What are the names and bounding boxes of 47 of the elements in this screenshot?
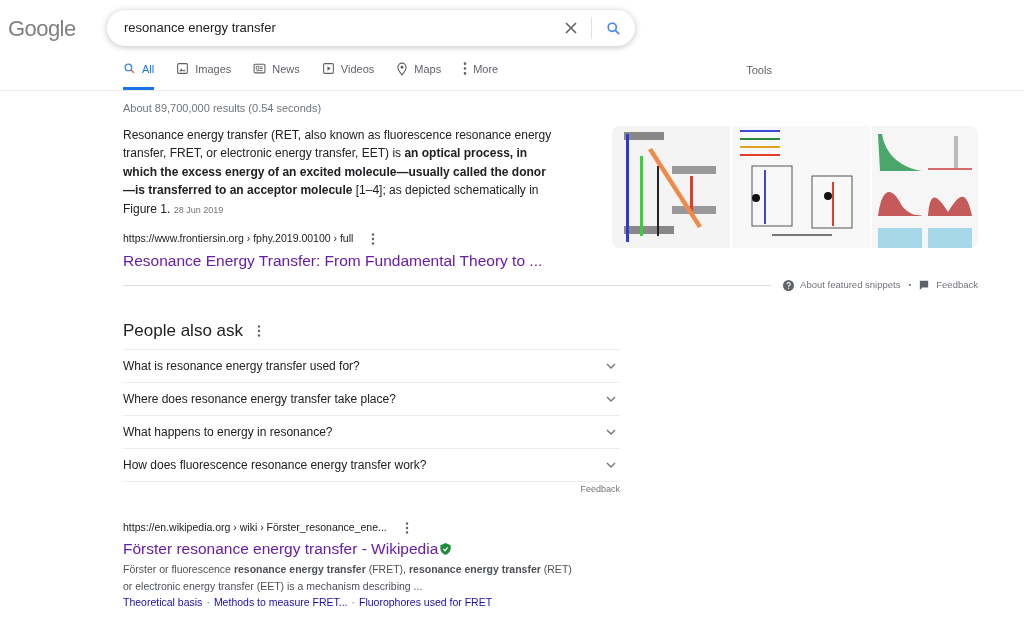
tab[interactable]: Maps [396,60,442,90]
question-row[interactable]: What happens to energy in resonance? [123,415,620,449]
search-icon [123,62,136,76]
chevron-icon [606,461,616,468]
feedback-link[interactable]: Feedback [580,482,620,497]
play-icon [321,62,335,76]
tab[interactable]: More [463,60,499,90]
feedback-link[interactable]: Feedback [936,278,978,293]
question-row[interactable]: Where does resonance energy transfer take place? [123,382,620,416]
tab[interactable]: News [253,60,300,90]
google-logo[interactable]: Google [8,11,107,45]
sitelink[interactable]: Methods to measure FRET... [213,595,348,611]
snippet-text: Resonance energy transfer (RET, also known as fluorescence resonance energy transfer, FRET, or electronic energy transfer, EET) is an optical process, in which the excess energy of an excited molecule—usually called the donor—is transferred to an acceptor molecule [1–4]; as depicted schematically in Figure 1. 28 Jun 2019 [123,126,553,218]
tools-button[interactable]: Tools [746,61,772,90]
result-title-link[interactable]: Förster resonance energy transfer - Wikipedia [123,537,439,561]
result-title-link[interactable]: Resonance Energy Transfer: From Fundamental Theory to ... [123,248,555,272]
search-icon[interactable] [606,20,621,36]
separator-dot: · [351,595,355,611]
question-row[interactable]: How does fluorescence resonance energy transfer work? [123,448,620,482]
tab[interactable]: Videos [321,60,375,90]
chevron-icon [606,362,616,369]
separator-dot: · [206,595,210,611]
separator-dot: • [908,279,912,292]
tab[interactable]: Images [176,60,232,90]
more-icon[interactable] [257,325,262,337]
search-field[interactable]: resonance energy transfer [107,10,635,46]
close-icon[interactable] [565,22,577,34]
map-pin-icon [396,61,409,76]
more-icon[interactable] [404,522,409,535]
more-icon [463,62,468,76]
sitelink[interactable]: Theoretical basis [123,595,203,611]
section-heading: People also ask [123,320,244,343]
result-url: https://en.wikipedia.org › wiki › Förster_resonance_ene... [123,520,387,536]
feedback-icon[interactable] [919,280,930,291]
sitelink[interactable]: Fluorophores used for FRET [359,595,493,611]
about-snippets-link[interactable]: About featured snippets [800,278,901,293]
result-stats: About 89,700,000 results (0.54 seconds) [123,101,323,116]
help-icon[interactable] [783,279,795,291]
chevron-icon [606,395,616,402]
result-url: https://www.frontiersin.org › fphy.2019.00100 › full [123,231,354,246]
image-icon [176,62,190,76]
chevron-icon [606,428,616,435]
more-icon[interactable] [371,232,376,245]
newspaper-icon [253,62,267,76]
result-snippet: Förster or fluorescence resonance energy transfer (FRET), resonance energy transfer (RET) or electronic energy transfer (EET) is a mechanism describing ... [123,562,573,595]
question-row[interactable]: What is resonance energy transfer used for? [123,349,620,383]
tab[interactable]: All [123,60,155,90]
